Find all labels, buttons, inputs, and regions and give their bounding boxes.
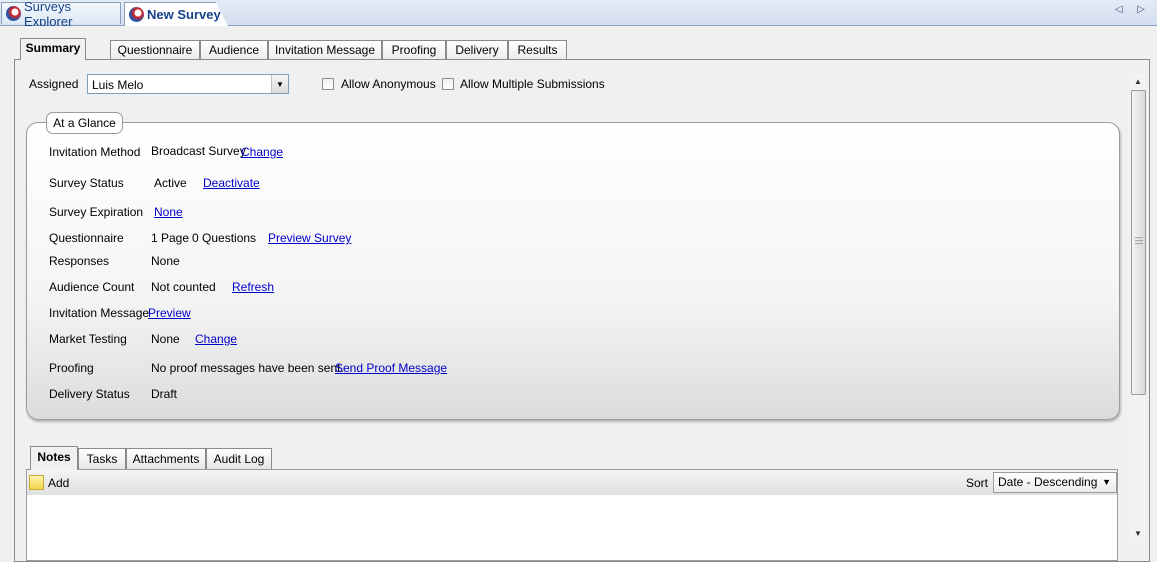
tab-questionnaire[interactable]: Questionnaire bbox=[110, 40, 200, 59]
tab-notes[interactable]: Notes bbox=[30, 446, 78, 470]
questionnaire-questions: 0 Questions bbox=[192, 231, 257, 245]
content-frame: Summary Questionnaire Audience Invitatio… bbox=[0, 26, 1157, 562]
tab-audience[interactable]: Audience bbox=[200, 40, 268, 59]
chevron-down-icon: ▼ bbox=[1102, 477, 1111, 487]
sort-label: Sort bbox=[966, 476, 989, 490]
tab-scroll-arrows-icon[interactable]: ◁ ▷ bbox=[1115, 4, 1151, 15]
survey-window: Surveys Explorer New Survey ◁ ▷ Summary … bbox=[0, 0, 1157, 562]
vertical-scrollbar[interactable]: ▲ — — — ▼ bbox=[1130, 74, 1146, 542]
tab-tasks[interactable]: Tasks bbox=[78, 448, 126, 469]
grip-icon: — — — bbox=[1135, 233, 1143, 248]
doc-tab-label: New Survey bbox=[147, 7, 221, 22]
audience-count-value: Not counted bbox=[151, 280, 216, 294]
sticky-note-icon bbox=[29, 475, 44, 490]
scroll-up-icon[interactable]: ▲ bbox=[1130, 74, 1146, 90]
market-testing-change-link[interactable]: Change bbox=[195, 332, 237, 346]
invitation-method-change-link[interactable]: Change bbox=[241, 145, 283, 159]
invitation-preview-link[interactable]: Preview bbox=[148, 306, 191, 320]
at-a-glance-title: At a Glance bbox=[46, 112, 123, 134]
tab-invitation-message[interactable]: Invitation Message bbox=[268, 40, 382, 59]
tab-audit-log[interactable]: Audit Log bbox=[206, 448, 272, 469]
allow-multiple-label: Allow Multiple Submissions bbox=[460, 77, 605, 91]
sort-value: Date - Descending bbox=[998, 475, 1098, 489]
survey-expiration-label: Survey Expiration bbox=[49, 205, 144, 219]
responses-value: None bbox=[151, 254, 180, 268]
tab-delivery[interactable]: Delivery bbox=[446, 40, 508, 59]
tab-proofing[interactable]: Proofing bbox=[382, 40, 446, 59]
doc-tab-surveys-explorer[interactable]: Surveys Explorer bbox=[1, 0, 121, 29]
invitation-message-label: Invitation Message bbox=[49, 306, 150, 320]
deactivate-link[interactable]: Deactivate bbox=[203, 176, 260, 190]
allow-anonymous-label: Allow Anonymous bbox=[341, 77, 436, 91]
delivery-status-value: Draft bbox=[151, 387, 178, 401]
scroll-thumb[interactable]: — — — bbox=[1131, 90, 1146, 395]
invitation-method-label: Invitation Method bbox=[49, 145, 141, 159]
market-testing-label: Market Testing bbox=[49, 332, 127, 346]
tab-attachments[interactable]: Attachments bbox=[126, 448, 206, 469]
assigned-combobox[interactable]: Luis Melo ▼ bbox=[87, 74, 289, 94]
invitation-method-value: Broadcast Survey bbox=[151, 144, 246, 158]
refresh-link[interactable]: Refresh bbox=[232, 280, 274, 294]
responses-label: Responses bbox=[49, 254, 110, 268]
survey-app-icon bbox=[129, 7, 144, 22]
survey-expiration-link[interactable]: None bbox=[154, 205, 183, 219]
assigned-label: Assigned bbox=[29, 77, 79, 91]
doc-tab-label: Surveys Explorer bbox=[24, 0, 73, 29]
document-tab-bar: Surveys Explorer New Survey ◁ ▷ bbox=[0, 0, 1157, 29]
notes-pane: Add Sort Date - Descending ▼ bbox=[26, 469, 1118, 561]
survey-status-label: Survey Status bbox=[49, 176, 124, 190]
tab-summary[interactable]: Summary bbox=[20, 38, 86, 60]
preview-survey-link[interactable]: Preview Survey bbox=[268, 231, 351, 245]
proofing-label: Proofing bbox=[49, 361, 94, 375]
questionnaire-pages: 1 Page bbox=[151, 231, 190, 245]
allow-anonymous-checkbox[interactable] bbox=[322, 78, 334, 90]
market-testing-value: None bbox=[151, 332, 180, 346]
send-proof-message-link[interactable]: Send Proof Message bbox=[335, 361, 447, 375]
survey-app-icon bbox=[6, 6, 21, 21]
allow-multiple-checkbox[interactable] bbox=[442, 78, 454, 90]
sort-dropdown[interactable]: Date - Descending ▼ bbox=[993, 472, 1117, 493]
scroll-down-icon[interactable]: ▼ bbox=[1130, 526, 1146, 542]
questionnaire-label: Questionnaire bbox=[49, 231, 124, 245]
proofing-value: No proof messages have been sent. bbox=[151, 361, 344, 375]
tab-results[interactable]: Results bbox=[508, 40, 567, 59]
notes-toolbar: Add Sort Date - Descending ▼ bbox=[27, 470, 1117, 495]
doc-tab-new-survey[interactable]: New Survey bbox=[124, 2, 228, 26]
summary-panel: Assigned Luis Melo ▼ Allow Anonymous All… bbox=[14, 59, 1150, 562]
delivery-status-label: Delivery Status bbox=[49, 387, 130, 401]
add-note-button[interactable]: Add bbox=[48, 476, 69, 490]
survey-status-value: Active bbox=[154, 176, 187, 190]
audience-count-label: Audience Count bbox=[49, 280, 135, 294]
assigned-value: Luis Melo bbox=[92, 78, 144, 92]
at-a-glance-group: Invitation Method Broadcast Survey Chang… bbox=[26, 122, 1120, 420]
chevron-down-icon[interactable]: ▼ bbox=[271, 75, 288, 93]
